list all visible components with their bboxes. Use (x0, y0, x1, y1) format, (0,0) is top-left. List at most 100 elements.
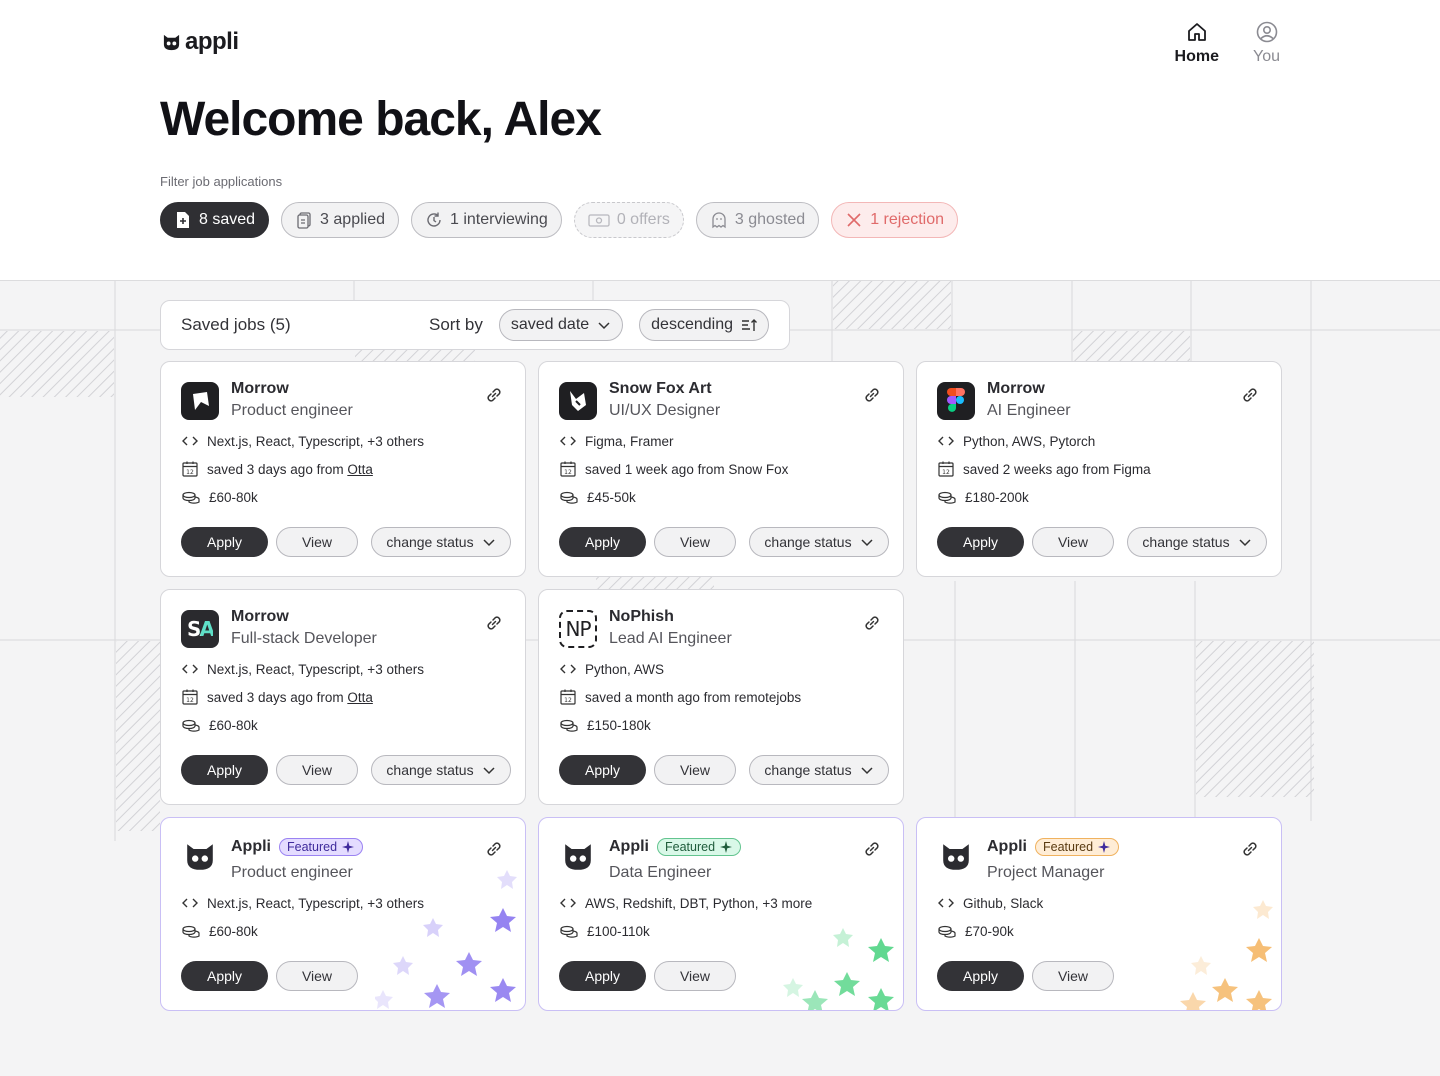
link-icon[interactable] (1239, 838, 1261, 860)
view-button[interactable]: View (276, 755, 358, 785)
calendar-icon: 12 (182, 689, 198, 705)
filter-ghosted[interactable]: 3 ghosted (695, 202, 820, 238)
apply-button[interactable]: Apply (181, 755, 268, 785)
apply-button[interactable]: Apply (181, 527, 268, 557)
company-name: NoPhish (609, 608, 674, 625)
fox-logo-icon (570, 391, 586, 411)
link-icon[interactable] (483, 612, 505, 634)
change-status-dropdown[interactable]: change status (371, 527, 511, 557)
skills-row: Next.js, React, Typescript, +3 others (181, 894, 424, 912)
salary-text: £60-80k (209, 489, 258, 505)
change-status-dropdown[interactable]: change status (749, 527, 889, 557)
featured-job-card[interactable]: Appli Featured Project Manager Github, S… (916, 817, 1282, 1011)
salary-text: £45-50k (587, 489, 636, 505)
view-button[interactable]: View (1032, 527, 1114, 557)
coins-icon (560, 719, 578, 732)
sort-field-select[interactable]: saved date (498, 309, 624, 341)
saved-row: 12 saved 3 days ago from Otta (181, 460, 373, 478)
job-role: Product engineer (231, 402, 353, 419)
filter-interviewing[interactable]: 1 interviewing (411, 202, 562, 238)
saved-text: saved a month ago from remotejobs (585, 689, 802, 705)
svg-text:12: 12 (186, 697, 194, 704)
view-button[interactable]: View (654, 961, 736, 991)
view-button[interactable]: View (654, 527, 736, 557)
view-button[interactable]: View (276, 527, 358, 557)
filter-saved[interactable]: 8 saved (160, 202, 270, 238)
filter-label: Filter job applications (160, 174, 283, 189)
svg-text:12: 12 (564, 469, 572, 476)
salary-row: £60-80k (181, 716, 258, 734)
brand-logo[interactable]: appli (162, 28, 239, 56)
change-status-dropdown[interactable]: change status (371, 755, 511, 785)
saved-jobs-title: Saved jobs (5) (181, 315, 291, 334)
chevron-down-icon (483, 539, 495, 547)
job-card[interactable]: Morrow AI Engineer Python, AWS, Pytorch … (916, 361, 1282, 577)
link-icon[interactable] (861, 612, 883, 634)
link-icon[interactable] (483, 838, 505, 860)
job-role: Full-stack Developer (231, 630, 377, 647)
saved-text: saved 2 weeks ago from Figma (963, 461, 1151, 477)
apply-button[interactable]: Apply (559, 961, 646, 991)
featured-job-card[interactable]: Appli Featured Product engineer Next.js,… (160, 817, 526, 1011)
view-button[interactable]: View (654, 755, 736, 785)
skills-text: Next.js, React, Typescript, +3 others (207, 661, 424, 677)
nav-you[interactable]: You (1253, 20, 1280, 66)
skills-text: Figma, Framer (585, 433, 674, 449)
link-icon[interactable] (861, 384, 883, 406)
company-name-text: Appli (987, 838, 1027, 855)
skills-text: Github, Slack (963, 895, 1044, 911)
change-status-label: change status (764, 762, 852, 778)
nav-home[interactable]: Home (1175, 20, 1219, 66)
apply-button[interactable]: Apply (181, 961, 268, 991)
featured-job-card[interactable]: Appli Featured Data Engineer AWS, Redshi… (538, 817, 904, 1011)
job-role: Data Engineer (609, 864, 712, 881)
change-status-dropdown[interactable]: change status (1127, 527, 1267, 557)
filter-rejection[interactable]: 1 rejection (831, 202, 959, 238)
job-card[interactable]: SA Morrow Full-stack Developer Next.js, … (160, 589, 526, 805)
coins-icon (938, 925, 956, 938)
user-circle-icon (1256, 21, 1277, 43)
nav-you-label: You (1253, 48, 1280, 65)
brand-name: appli (185, 28, 239, 55)
link-icon[interactable] (861, 838, 883, 860)
view-button[interactable]: View (1032, 961, 1114, 991)
job-card[interactable]: NP NoPhish Lead AI Engineer Python, AWS … (538, 589, 904, 805)
apply-button[interactable]: Apply (559, 527, 646, 557)
job-role: Product engineer (231, 864, 353, 881)
sort-field-value: saved date (510, 316, 590, 333)
job-card[interactable]: Snow Fox Art UI/UX Designer Figma, Frame… (538, 361, 904, 577)
sort-order-toggle[interactable]: descending (639, 309, 769, 341)
featured-badge-label: Featured (287, 840, 338, 854)
saved-source-link[interactable]: Otta (347, 690, 373, 705)
code-icon (182, 436, 198, 446)
filter-offers[interactable]: 0 offers (573, 202, 684, 238)
salary-row: £60-80k (181, 922, 258, 940)
change-status-label: change status (1142, 534, 1230, 550)
figma-logo-icon (947, 388, 965, 412)
featured-badge-label: Featured (1043, 840, 1094, 854)
skills-text: AWS, Redshift, DBT, Python, +3 more (585, 895, 813, 911)
company-logo (937, 838, 975, 876)
apply-button[interactable]: Apply (937, 961, 1024, 991)
chevron-down-icon (598, 322, 610, 330)
job-card[interactable]: Morrow Product engineer Next.js, React, … (160, 361, 526, 577)
filter-offers-label: 0 offers (616, 211, 670, 228)
card-actions: Apply View (937, 961, 1114, 991)
skills-text: Python, AWS, Pytorch (963, 433, 1096, 449)
card-actions: Apply View (559, 527, 736, 557)
view-button[interactable]: View (276, 961, 358, 991)
saved-source-link[interactable]: Otta (347, 462, 373, 477)
link-icon[interactable] (483, 384, 505, 406)
change-status-dropdown[interactable]: change status (749, 755, 889, 785)
svg-text:12: 12 (186, 469, 194, 476)
cat-logo-icon (163, 34, 180, 50)
link-icon[interactable] (1239, 384, 1261, 406)
card-actions: Apply View (181, 961, 358, 991)
company-logo (937, 382, 975, 420)
skills-text: Next.js, React, Typescript, +3 others (207, 433, 424, 449)
filter-applied[interactable]: 3 applied (281, 202, 399, 238)
apply-button[interactable]: Apply (937, 527, 1024, 557)
apply-button[interactable]: Apply (559, 755, 646, 785)
company-logo: NP (559, 610, 597, 648)
bookmark-file-icon (177, 212, 189, 228)
